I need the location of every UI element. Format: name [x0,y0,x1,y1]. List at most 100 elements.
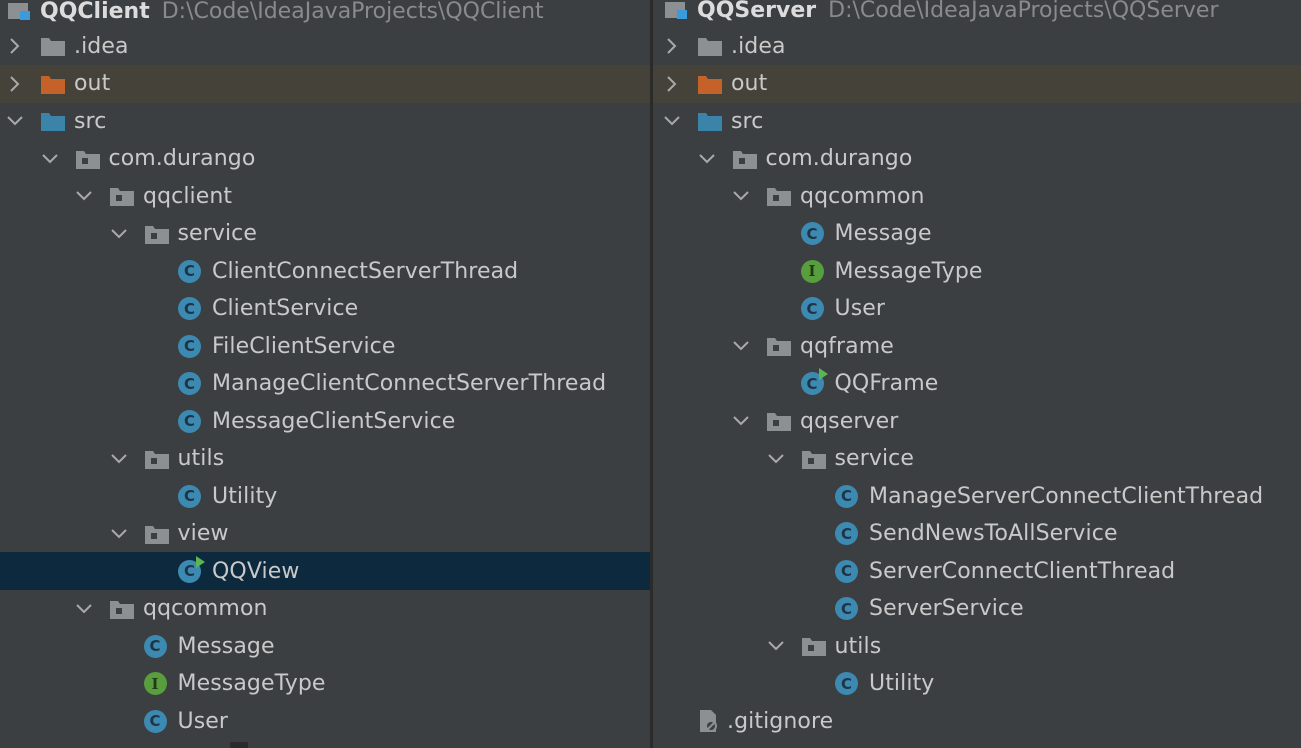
tree-node-label: MessageType [177,671,326,696]
chevron-down-icon[interactable] [110,225,128,243]
tree-node[interactable]: C MessageClientService [0,402,650,440]
tree-node-label: .gitignore [727,708,834,734]
tree-node[interactable]: com.durango [653,140,1301,178]
tree-node[interactable]: qqframe [653,327,1301,365]
client-project-header[interactable]: QQClient D:\Code\IdeaJavaProjects\QQClie… [0,0,650,30]
interface-icon: I [143,672,167,695]
client-project-name: QQClient [40,0,150,24]
tree-node[interactable]: utils [653,627,1301,665]
tree-node-label: .idea [731,33,786,59]
package-icon [766,335,792,357]
tree-node[interactable]: qqcommon [0,590,650,628]
tree-node[interactable]: utils [0,440,650,478]
tree-node[interactable]: C Utility [653,665,1301,703]
server-project-header[interactable]: QQServer D:\Code\IdeaJavaProjects\QQServ… [653,0,1301,29]
package-icon [766,410,792,432]
tree-node[interactable]: out [653,64,1301,103]
tree-node[interactable]: src [0,102,650,140]
tree-node[interactable]: I MessageType [0,665,650,703]
chevron-down-icon[interactable] [767,637,785,655]
package-icon [801,635,827,657]
horizontal-scrollbar-thumb[interactable] [230,742,248,748]
tree-node[interactable]: C User [0,702,650,740]
tree-node[interactable]: C ClientService [0,290,650,328]
interface-icon: I [800,259,824,283]
tree-node-label: qqframe [800,333,894,359]
tree-node[interactable]: service [0,215,650,253]
tree-node[interactable]: .gitignore [653,702,1301,740]
tree-node[interactable]: C ManageServerConnectClientThread [653,477,1301,515]
tree-node[interactable]: C User [653,290,1301,328]
tree-node-label: qqcommon [143,596,268,621]
tree-node[interactable]: C Utility [0,477,650,515]
tree-node[interactable]: view [0,515,650,553]
tree-node[interactable]: .idea [0,27,650,65]
tree-node-label: service [177,221,258,246]
chevron-down-icon[interactable] [732,187,750,205]
chevron-down-icon[interactable] [110,525,128,543]
tree-node[interactable]: C FileClientService [0,327,650,365]
package-icon [109,185,135,207]
tree-node[interactable]: C QQView [0,552,650,590]
chevron-right-icon[interactable] [6,75,24,93]
client-project-path: D:\Code\IdeaJavaProjects\QQClient [161,0,544,24]
class-icon: C [835,672,858,695]
chevron-down-icon[interactable] [75,187,93,205]
tree-node-label: Utility [869,671,935,696]
tree-node[interactable]: C QQFrame [653,365,1301,403]
excluded-folder-icon [40,73,66,95]
tree-node-label: Message [834,221,932,246]
tree-node[interactable]: C Message [0,627,650,665]
chevron-down-icon[interactable] [767,450,785,468]
tree-node[interactable]: com.durango [0,140,650,178]
folder-icon [40,35,66,57]
tree-node[interactable]: C SendNewsToAllService [653,515,1301,553]
source-folder-icon [40,110,66,132]
chevron-down-icon[interactable] [6,112,24,130]
tree-node[interactable]: C ClientConnectServerThread [0,252,650,290]
tree-node[interactable]: C Message [653,215,1301,253]
tree-node[interactable]: out [0,64,650,103]
class-icon: C [178,259,201,283]
excluded-folder-icon [697,73,723,95]
package-icon [109,598,135,620]
gitignore-file-icon [697,709,719,733]
tree-node[interactable]: qqclient [0,177,650,215]
tree-node-label: User [834,296,886,321]
chevron-down-icon[interactable] [75,600,93,618]
chevron-right-icon[interactable] [6,37,24,55]
tree-node[interactable]: qqcommon [653,177,1301,215]
class-icon: C [178,297,201,320]
package-icon [766,185,792,207]
server-project-tree: QQServer D:\Code\IdeaJavaProjects\QQServ… [653,0,1301,748]
chevron-down-icon[interactable] [110,450,128,468]
server-project-name: QQServer [697,0,817,23]
chevron-right-icon[interactable] [663,75,681,93]
chevron-down-icon[interactable] [663,112,681,130]
package-icon [144,223,170,245]
tree-node[interactable]: C ManageClientConnectServerThread [0,365,650,403]
tree-node-label: QQFrame [834,371,939,396]
runnable-class-icon: C [178,555,205,583]
tree-node[interactable]: C ServerService [653,590,1301,628]
chevron-down-icon[interactable] [41,150,59,168]
tree-node[interactable]: src [653,102,1301,140]
package-icon [732,148,758,170]
tree-node-label: src [731,108,764,134]
chevron-down-icon[interactable] [732,337,750,355]
tree-node-label: MessageType [834,258,983,284]
tree-node-label: ServerService [869,596,1024,621]
tree-node-label: SendNewsToAllService [869,521,1118,546]
tree-node-label: src [74,108,107,134]
tree-node[interactable]: qqserver [653,402,1301,440]
tree-node[interactable]: .idea [653,27,1301,65]
tree-node-label: ManageClientConnectServerThread [212,371,607,396]
class-icon: C [835,522,858,545]
tree-node[interactable]: I MessageType [653,252,1301,290]
chevron-down-icon[interactable] [698,150,716,168]
tree-node[interactable]: C ServerConnectClientThread [653,552,1301,590]
tree-node-label: Message [177,633,275,659]
chevron-down-icon[interactable] [732,412,750,430]
tree-node[interactable]: service [653,440,1301,478]
chevron-right-icon[interactable] [663,37,681,55]
